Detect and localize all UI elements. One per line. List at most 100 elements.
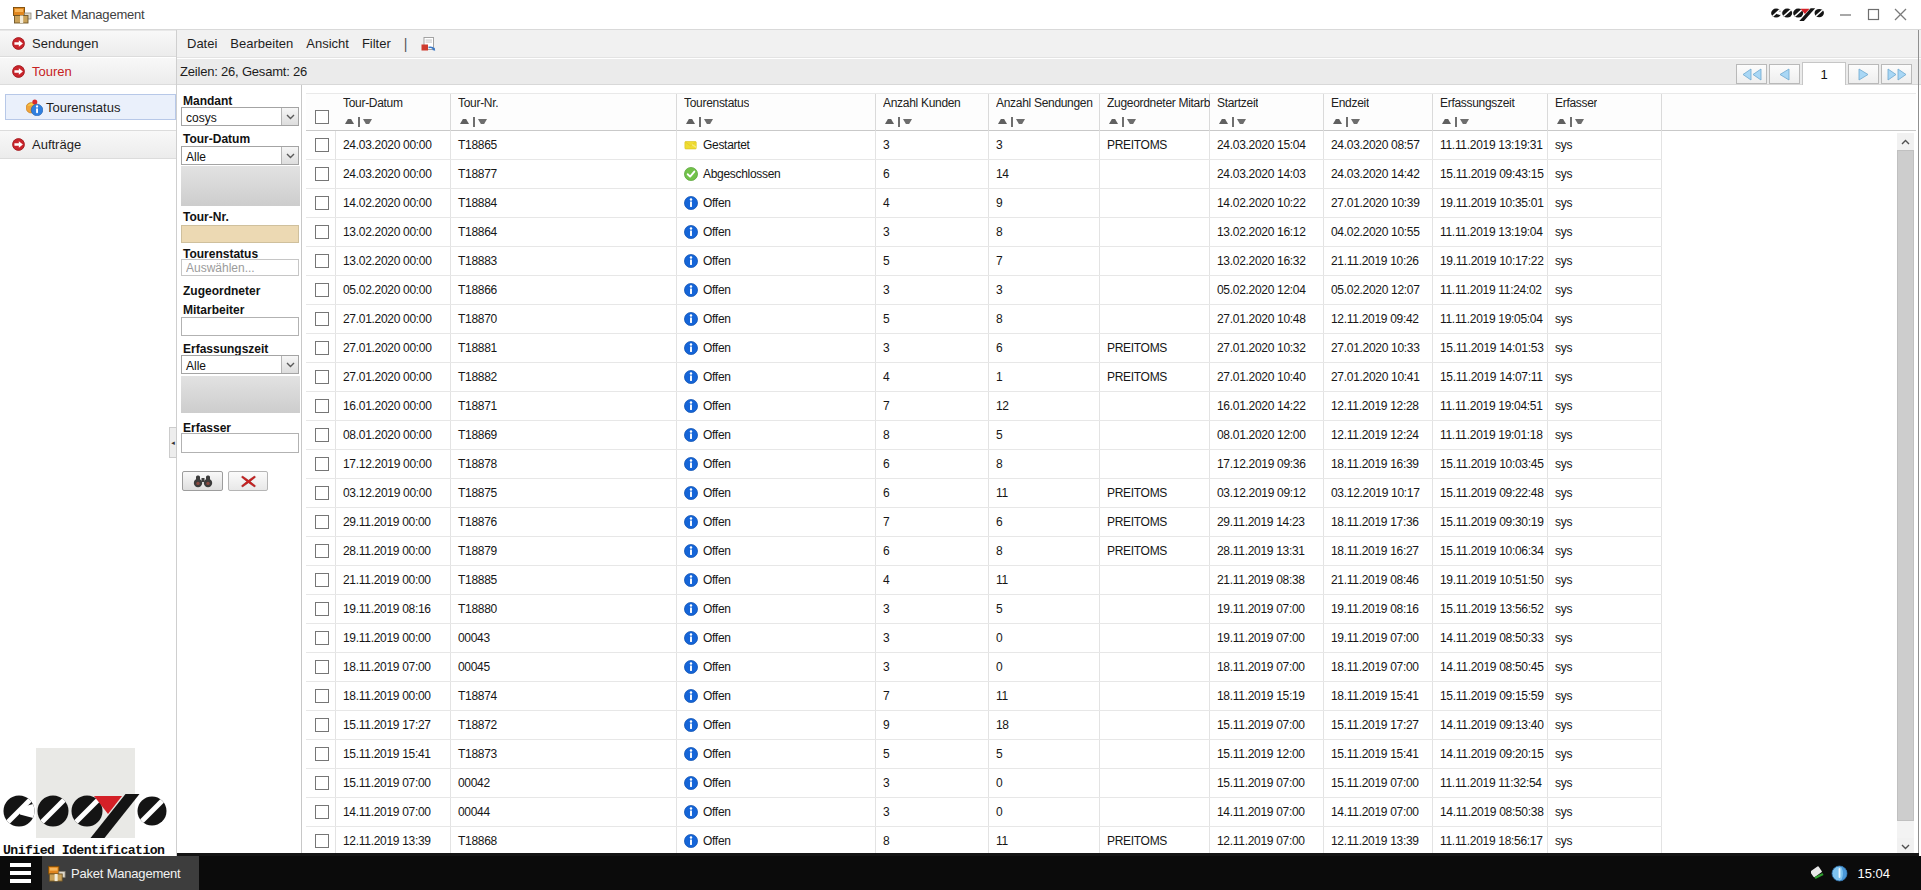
- sort-asc-icon[interactable]: [1219, 119, 1228, 124]
- search-button[interactable]: [182, 471, 223, 491]
- sort-asc-icon[interactable]: [345, 119, 354, 124]
- sort-asc-icon[interactable]: [1109, 119, 1118, 124]
- table-row[interactable]: 24.03.2020 00:00T18865Gestartet33PREITOM…: [306, 131, 1662, 160]
- sidebar-item-touren[interactable]: Touren: [0, 58, 176, 85]
- sort-desc-icon[interactable]: [1127, 119, 1136, 124]
- cell-anzahl-sendungen: 1: [989, 363, 1100, 391]
- column-header-erfassungszeit[interactable]: Erfassungszeit: [1433, 94, 1548, 131]
- table-row[interactable]: 27.01.2020 00:00T18882Offen41PREITOMS27.…: [306, 363, 1662, 392]
- clear-filter-button[interactable]: [228, 471, 268, 491]
- taskbar-app-button[interactable]: Paket Management: [42, 856, 199, 890]
- sort-desc-icon[interactable]: [1016, 119, 1025, 124]
- page-number-box[interactable]: 1: [1802, 62, 1846, 86]
- column-header-tour-datum[interactable]: Tour-Datum: [336, 94, 451, 131]
- column-header-endzeit[interactable]: Endzeit: [1324, 94, 1433, 131]
- prev-page-button[interactable]: [1769, 64, 1800, 84]
- tourenstatus-input[interactable]: [181, 259, 299, 276]
- scroll-up-button[interactable]: [1897, 133, 1914, 150]
- sort-asc-icon[interactable]: [460, 119, 469, 124]
- last-page-button[interactable]: [1881, 64, 1912, 84]
- table-row[interactable]: 13.02.2020 00:00T18883Offen5713.02.2020 …: [306, 247, 1662, 276]
- column-header-anzahl-sendungen[interactable]: Anzahl Sendungen: [989, 94, 1100, 131]
- table-row[interactable]: 15.11.2019 17:27T18872Offen91815.11.2019…: [306, 711, 1662, 740]
- column-header-zugeordneter-mitarbeiter[interactable]: Zugeordneter Mitarbeiter: [1100, 94, 1210, 131]
- status-text: Offen: [703, 769, 731, 797]
- sort-asc-icon[interactable]: [885, 119, 894, 124]
- table-row[interactable]: 15.11.2019 15:41T18873Offen5515.11.2019 …: [306, 740, 1662, 769]
- table-row[interactable]: 14.02.2020 00:00T18884Offen4914.02.2020 …: [306, 189, 1662, 218]
- maximize-button[interactable]: [1861, 0, 1885, 29]
- sidebar-item-tourenstatus[interactable]: Tourenstatus: [5, 94, 176, 120]
- cell-erfassungszeit: 11.11.2019 11:24:02: [1433, 276, 1548, 304]
- sort-asc-icon[interactable]: [1333, 119, 1342, 124]
- table-row[interactable]: 03.12.2019 00:00T18875Offen611PREITOMS03…: [306, 479, 1662, 508]
- table-row[interactable]: 24.03.2020 00:00T18877Abgeschlossen61424…: [306, 160, 1662, 189]
- column-header-tourenstatus[interactable]: Tourenstatus: [677, 94, 876, 131]
- checkbox-cell: [306, 595, 336, 623]
- tour-nr-input[interactable]: [181, 225, 299, 243]
- menu-bearbeiten[interactable]: Bearbeiten: [224, 34, 299, 53]
- table-row[interactable]: 27.01.2020 00:00T18881Offen36PREITOMS27.…: [306, 334, 1662, 363]
- table-row[interactable]: 18.11.2019 00:00T18874Offen71118.11.2019…: [306, 682, 1662, 711]
- sort-asc-icon[interactable]: [998, 119, 1007, 124]
- table-row[interactable]: 13.02.2020 00:00T18864Offen3813.02.2020 …: [306, 218, 1662, 247]
- table-row[interactable]: 27.01.2020 00:00T18870Offen5827.01.2020 …: [306, 305, 1662, 334]
- table-row[interactable]: 08.01.2020 00:00T18869Offen8508.01.2020 …: [306, 421, 1662, 450]
- export-icon[interactable]: [420, 36, 436, 52]
- cell-startzeit: 29.11.2019 14:23: [1210, 508, 1324, 536]
- mitarbeiter-input[interactable]: [181, 317, 299, 336]
- column-header-startzeit[interactable]: Startzeit: [1210, 94, 1324, 131]
- table-row[interactable]: 05.02.2020 00:00T18866Offen3305.02.2020 …: [306, 276, 1662, 305]
- start-button[interactable]: [10, 863, 31, 883]
- menu-datei[interactable]: Datei: [181, 34, 223, 53]
- minimize-button[interactable]: [1833, 0, 1857, 29]
- table-row[interactable]: 19.11.2019 00:0000043Offen3019.11.2019 0…: [306, 624, 1662, 653]
- sidebar-item-auftraege[interactable]: Aufträge: [0, 130, 176, 159]
- sort-desc-icon[interactable]: [1351, 119, 1360, 124]
- sort-asc-icon[interactable]: [1557, 119, 1566, 124]
- network-icon[interactable]: [1811, 865, 1827, 881]
- sort-asc-icon[interactable]: [686, 119, 695, 124]
- sort-desc-icon[interactable]: [1575, 119, 1584, 124]
- table-row[interactable]: 28.11.2019 00:00T18879Offen68PREITOMS28.…: [306, 537, 1662, 566]
- sort-desc-icon[interactable]: [1237, 119, 1246, 124]
- table-row[interactable]: 29.11.2019 00:00T18876Offen76PREITOMS29.…: [306, 508, 1662, 537]
- first-page-button[interactable]: [1736, 64, 1767, 84]
- menu-filter[interactable]: Filter: [356, 34, 397, 53]
- select-all-checkbox[interactable]: [315, 110, 329, 124]
- panel-collapse-handle[interactable]: ◂: [169, 427, 177, 458]
- scrollbar-thumb[interactable]: [1897, 150, 1914, 821]
- table-row[interactable]: 19.11.2019 08:16T18880Offen3519.11.2019 …: [306, 595, 1662, 624]
- sort-asc-icon[interactable]: [1442, 119, 1451, 124]
- table-row[interactable]: 15.11.2019 07:0000042Offen3015.11.2019 0…: [306, 769, 1662, 798]
- sort-desc-icon[interactable]: [363, 119, 372, 124]
- erfasser-input[interactable]: [181, 433, 299, 453]
- table-row[interactable]: 18.11.2019 07:0000045Offen3018.11.2019 0…: [306, 653, 1662, 682]
- cell-tourenstatus: Offen: [677, 682, 876, 710]
- sort-desc-icon[interactable]: [704, 119, 713, 124]
- sidebar-item-sendungen[interactable]: Sendungen: [0, 30, 176, 57]
- column-header-tour-nr-[interactable]: Tour-Nr.: [451, 94, 677, 131]
- sort-separator: [1455, 117, 1457, 127]
- menu-ansicht[interactable]: Ansicht: [300, 34, 355, 53]
- sort-desc-icon[interactable]: [903, 119, 912, 124]
- table-row[interactable]: 14.11.2019 07:0000044Offen3014.11.2019 0…: [306, 798, 1662, 827]
- tour-datum-select[interactable]: Alle: [181, 146, 299, 165]
- globe-icon[interactable]: [1831, 865, 1848, 882]
- mandant-select[interactable]: cosys: [181, 107, 299, 126]
- table-row[interactable]: 12.11.2019 13:39T18868Offen811PREITOMS12…: [306, 827, 1662, 856]
- table-row[interactable]: 17.12.2019 00:00T18878Offen6817.12.2019 …: [306, 450, 1662, 479]
- table-row[interactable]: 16.01.2020 00:00T18871Offen71216.01.2020…: [306, 392, 1662, 421]
- taskbar-clock[interactable]: 15:04: [1857, 866, 1890, 881]
- column-header-anzahl-kunden[interactable]: Anzahl Kunden: [876, 94, 989, 131]
- next-page-button[interactable]: [1848, 64, 1879, 84]
- sort-desc-icon[interactable]: [478, 119, 487, 124]
- column-header-erfasser[interactable]: Erfasser: [1548, 94, 1662, 131]
- erfassungszeit-select[interactable]: Alle: [181, 355, 299, 374]
- cell-tour-nr-: 00044: [451, 798, 677, 826]
- sort-desc-icon[interactable]: [1460, 119, 1469, 124]
- close-button[interactable]: [1888, 0, 1912, 29]
- cell-endzeit: 12.11.2019 12:28: [1324, 392, 1433, 420]
- table-row[interactable]: 21.11.2019 00:00T18885Offen41121.11.2019…: [306, 566, 1662, 595]
- vertical-scrollbar[interactable]: [1897, 133, 1914, 855]
